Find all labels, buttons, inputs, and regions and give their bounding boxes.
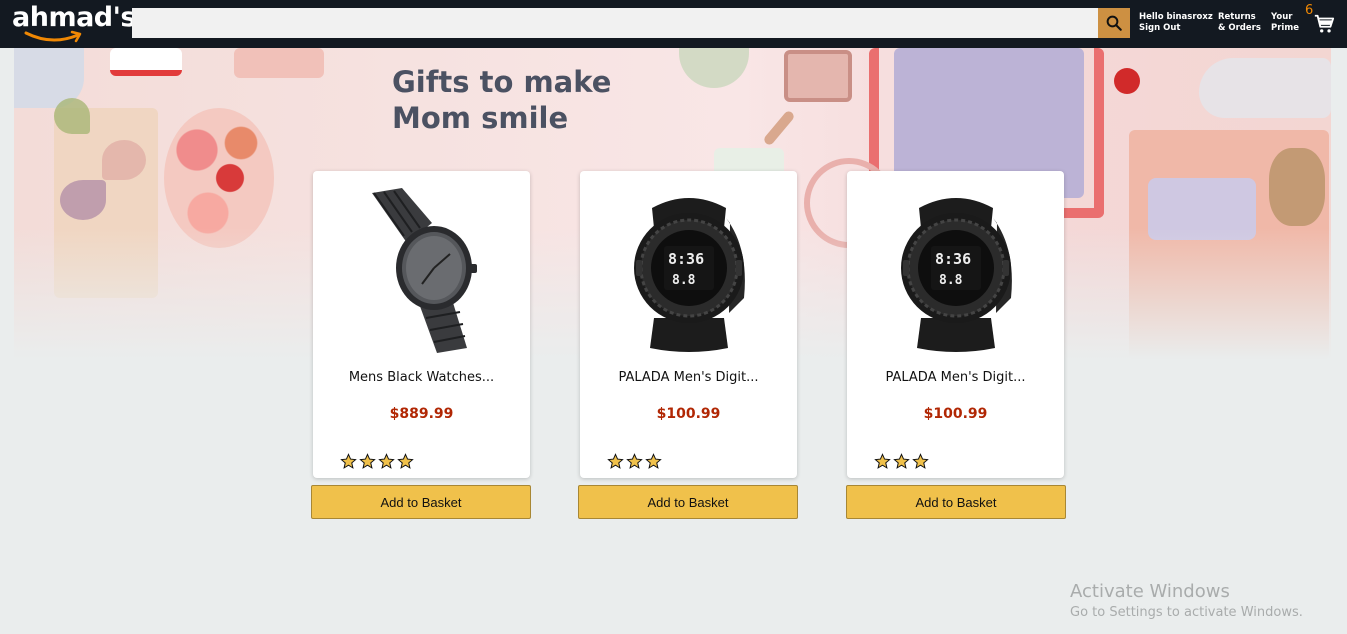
star-icon bbox=[912, 453, 929, 469]
digital-sport-watch-image: 8:36 8.8 bbox=[900, 198, 1012, 352]
hero-title-line2: Mom smile bbox=[392, 101, 569, 135]
search-button[interactable] bbox=[1098, 8, 1130, 38]
product-image[interactable] bbox=[313, 183, 530, 358]
brush-decoration bbox=[762, 109, 796, 147]
add-to-basket-button[interactable]: Add to Basket bbox=[311, 485, 531, 519]
search-bar bbox=[132, 8, 1130, 38]
plant-decoration bbox=[679, 48, 749, 88]
product-rating bbox=[340, 453, 414, 470]
site-logo[interactable]: ahmad's bbox=[12, 2, 136, 33]
search-icon bbox=[1106, 15, 1122, 31]
hero-title-line1: Gifts to make bbox=[392, 65, 612, 99]
watermark-line2: Go to Settings to activate Windows. bbox=[1070, 605, 1303, 620]
product-card: 8:36 8.8 PALADA Men's Digit... $100.99 bbox=[847, 171, 1064, 478]
product-price: $100.99 bbox=[923, 406, 988, 422]
gift-box-decoration bbox=[234, 48, 324, 78]
sign-out-link[interactable]: Sign Out bbox=[1139, 23, 1213, 34]
returns-orders-option[interactable]: Returns & Orders bbox=[1218, 12, 1261, 34]
product-price: $889.99 bbox=[389, 406, 454, 422]
butterfly-decoration bbox=[60, 180, 106, 220]
header-bar: ahmad's Hello binasroxz Sign Out Returns… bbox=[0, 0, 1347, 48]
product-price: $100.99 bbox=[656, 406, 721, 422]
svg-text:8:36: 8:36 bbox=[935, 250, 971, 268]
butterfly-decoration bbox=[102, 140, 146, 180]
makeup-palette-decoration bbox=[784, 50, 852, 102]
returns-line2: & Orders bbox=[1218, 23, 1261, 33]
star-icon bbox=[397, 453, 414, 469]
product-image[interactable]: 8:36 8.8 bbox=[580, 183, 797, 358]
svg-text:8.8: 8.8 bbox=[672, 273, 696, 288]
greeting-text: Hello binasroxz bbox=[1139, 12, 1213, 22]
star-icon bbox=[626, 453, 643, 469]
logo-text: ahmad's bbox=[12, 2, 136, 33]
product-image[interactable]: 8:36 8.8 bbox=[847, 183, 1064, 358]
butterfly-decoration bbox=[54, 98, 90, 134]
product-card: Mens Black Watches... $889.99 bbox=[313, 171, 530, 478]
star-icon bbox=[893, 453, 910, 469]
product-card: 8:36 8.8 PALADA Men's Digit... $100.99 bbox=[580, 171, 797, 478]
star-icon bbox=[607, 453, 624, 469]
product-title[interactable]: Mens Black Watches... bbox=[313, 370, 530, 385]
logo-smile-icon bbox=[24, 30, 82, 43]
cart-icon bbox=[1314, 14, 1335, 33]
account-option[interactable]: Hello binasroxz Sign Out bbox=[1139, 12, 1213, 34]
product-rating bbox=[874, 453, 929, 470]
prime-line2: Prime bbox=[1271, 23, 1299, 33]
star-icon bbox=[378, 453, 395, 469]
scrunchie-decoration bbox=[1269, 148, 1325, 226]
add-to-basket-button[interactable]: Add to Basket bbox=[846, 485, 1066, 519]
product-title[interactable]: PALADA Men's Digit... bbox=[580, 370, 797, 385]
flowers-decoration bbox=[164, 108, 274, 248]
product-rating bbox=[607, 453, 662, 470]
star-icon bbox=[874, 453, 891, 469]
search-input[interactable] bbox=[132, 8, 1098, 38]
digital-sport-watch-image: 8:36 8.8 bbox=[633, 198, 745, 352]
svg-text:8:36: 8:36 bbox=[668, 250, 704, 268]
add-to-basket-button[interactable]: Add to Basket bbox=[578, 485, 798, 519]
watermark-line1: Activate Windows bbox=[1070, 581, 1230, 602]
mug-decoration bbox=[110, 48, 182, 76]
returns-line1: Returns bbox=[1218, 12, 1256, 22]
star-icon bbox=[340, 453, 357, 469]
rose-decoration bbox=[1114, 68, 1140, 94]
star-icon bbox=[645, 453, 662, 469]
prime-option[interactable]: Your Prime bbox=[1271, 12, 1299, 34]
svg-text:8.8: 8.8 bbox=[939, 273, 963, 288]
black-analog-watch-image bbox=[371, 188, 477, 353]
sneaker-decoration bbox=[1199, 58, 1331, 118]
basket-button[interactable]: 6 bbox=[1305, 3, 1341, 39]
product-title[interactable]: PALADA Men's Digit... bbox=[847, 370, 1064, 385]
prime-line1: Your bbox=[1271, 12, 1293, 22]
star-icon bbox=[359, 453, 376, 469]
windows-activation-watermark: Activate Windows Go to Settings to activ… bbox=[1070, 581, 1303, 623]
hero-title: Gifts to make Mom smile bbox=[392, 64, 611, 136]
